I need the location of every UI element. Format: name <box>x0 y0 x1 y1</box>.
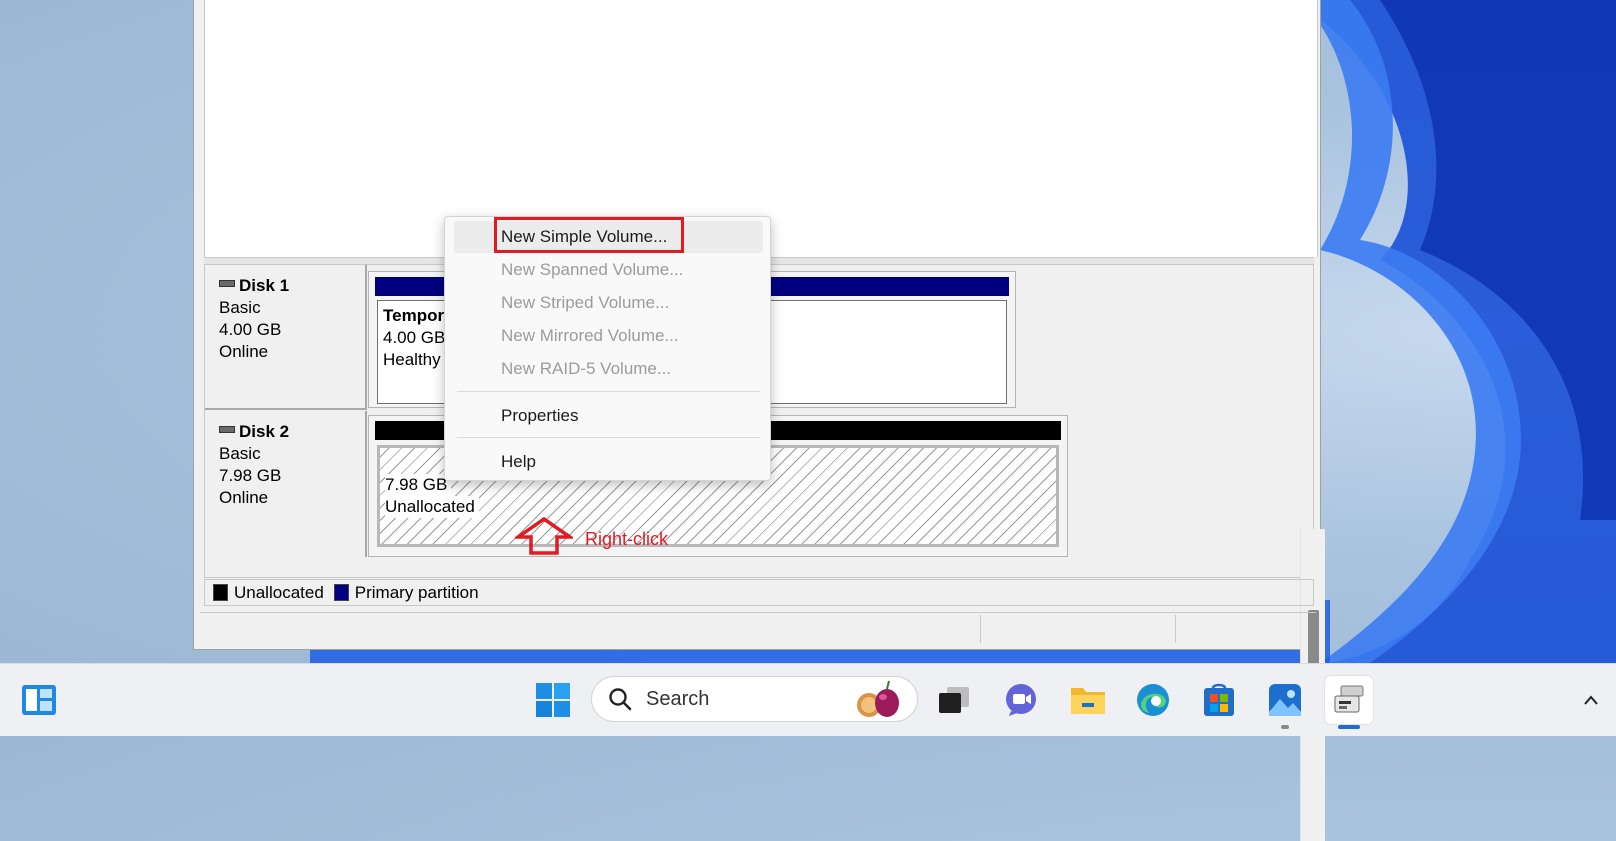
status-bar <box>200 612 1316 645</box>
task-view-icon[interactable] <box>930 676 978 724</box>
search-icon <box>609 688 632 711</box>
menu-item-label: New Spanned Volume... <box>501 260 684 279</box>
disk-name: Disk 1 <box>239 276 290 295</box>
active-app-indicator <box>1338 725 1360 729</box>
menu-item-label: Help <box>501 452 536 471</box>
menu-item-properties[interactable]: Properties <box>454 400 763 432</box>
unallocated-size: 7.98 GB <box>385 474 452 496</box>
menu-item-label: Properties <box>501 406 579 425</box>
widgets-icon[interactable] <box>15 676 63 724</box>
annotation-right-click-label: Right-click <box>585 529 669 549</box>
unallocated-status: Unallocated <box>385 496 479 518</box>
disk-drive-icon <box>219 425 235 433</box>
search-highlight-fruit-icon <box>857 680 899 717</box>
chat-icon[interactable] <box>997 676 1045 724</box>
disk-status: Online <box>219 342 269 361</box>
disk-size: 7.98 GB <box>219 466 282 485</box>
photos-running-indicator <box>1281 725 1289 729</box>
legend-unallocated: Unallocated <box>234 582 324 602</box>
disk-type: Basic <box>219 444 261 463</box>
menu-item-label: New Striped Volume... <box>501 293 670 312</box>
file-explorer-icon[interactable] <box>1064 676 1112 724</box>
disk-status: Online <box>219 488 269 507</box>
disk-name: Disk 2 <box>239 422 290 441</box>
menu-item-label: New Mirrored Volume... <box>501 326 679 345</box>
menu-item-new-striped-volume: New Striped Volume... <box>454 287 763 319</box>
store-icon[interactable] <box>1195 676 1243 724</box>
search-placeholder: Search <box>646 687 710 710</box>
menu-separator <box>457 391 760 392</box>
menu-item-new-spanned-volume: New Spanned Volume... <box>454 254 763 286</box>
taskbar: Search <box>0 663 1616 736</box>
disk-2-label[interactable]: Disk 2 Basic 7.98 GB Online <box>205 411 367 557</box>
disk-drive-icon <box>219 279 235 287</box>
disk-size: 4.00 GB <box>219 320 282 339</box>
context-menu: New Simple Volume... New Spanned Volume.… <box>444 216 771 481</box>
unallocated-swatch <box>213 584 228 601</box>
legend: Unallocated Primary partition <box>204 579 1314 606</box>
annotation-up-arrow-icon <box>515 517 573 555</box>
annotation-highlight-box <box>494 217 684 253</box>
menu-separator <box>457 437 760 438</box>
disk-1-label[interactable]: Disk 1 Basic 4.00 GB Online <box>205 265 367 410</box>
menu-item-label: New RAID-5 Volume... <box>501 359 672 378</box>
menu-item-help[interactable]: Help <box>454 446 763 478</box>
menu-item-new-raid5-volume: New RAID-5 Volume... <box>454 353 763 385</box>
disk-management-icon[interactable] <box>1325 676 1373 724</box>
taskbar-search-box[interactable]: Search <box>591 676 918 722</box>
menu-item-new-mirrored-volume: New Mirrored Volume... <box>454 320 763 352</box>
show-hidden-icons-chevron[interactable] <box>1576 676 1606 724</box>
primary-partition-swatch <box>333 584 349 601</box>
photos-icon[interactable] <box>1261 676 1309 724</box>
start-icon[interactable] <box>529 676 577 724</box>
edge-icon[interactable] <box>1129 676 1177 724</box>
disk-type: Basic <box>219 298 261 317</box>
legend-primary-partition: Primary partition <box>354 582 479 602</box>
